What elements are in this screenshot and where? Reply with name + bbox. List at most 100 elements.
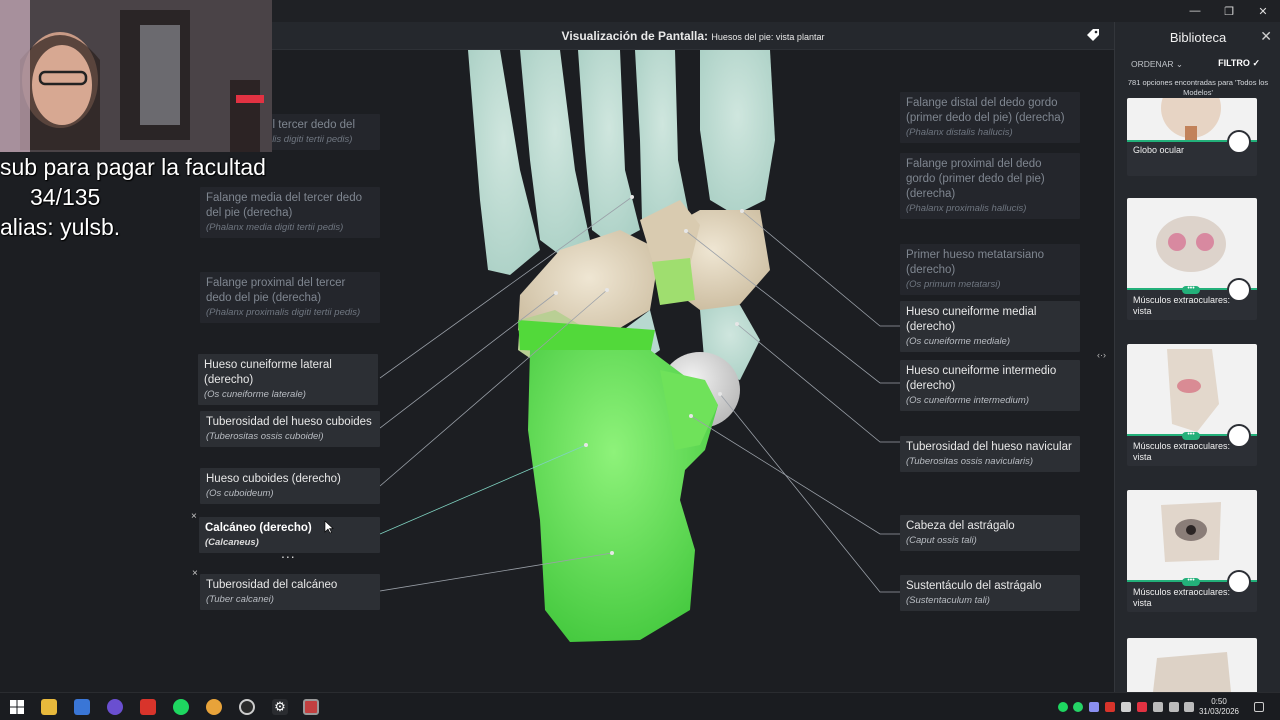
- label-close-button[interactable]: ×: [192, 568, 198, 579]
- store-icon[interactable]: [74, 699, 90, 715]
- label-sustentaculum-tali[interactable]: Sustentáculo del astrágalo (Sustentaculu…: [900, 575, 1080, 611]
- card-thumbnail: [1127, 98, 1257, 154]
- tag-icon[interactable]: [1086, 28, 1100, 42]
- label-navicular-tuberosity[interactable]: Tuberosidad del hueso navicular (Tuberos…: [900, 436, 1080, 472]
- webcam-image: [0, 0, 272, 152]
- tray-app2-icon[interactable]: [1121, 702, 1131, 712]
- model-badge-icon: [1227, 130, 1251, 154]
- notifications-icon[interactable]: [1254, 702, 1264, 712]
- label-name: Hueso cuboides (derecho): [206, 473, 341, 485]
- tray-app-icon[interactable]: [1105, 702, 1115, 712]
- label-latin: (Os cuboideum): [206, 488, 274, 499]
- minimize-button[interactable]: —: [1178, 0, 1212, 22]
- label-name: Sustentáculo del astrágalo: [906, 580, 1042, 592]
- spotify-icon[interactable]: [173, 699, 189, 715]
- file-explorer-icon[interactable]: [41, 699, 57, 715]
- label-name: l del tercer dedo del: [254, 119, 356, 131]
- library-card[interactable]: ••• Músculos extraoculares: vista: [1127, 344, 1257, 466]
- chrome-icon[interactable]: [206, 699, 222, 715]
- taskbar-clock[interactable]: 0:50 31/03/2026: [1196, 697, 1242, 717]
- mouse-cursor-icon: [324, 520, 334, 534]
- library-close-button[interactable]: ✕: [1260, 28, 1272, 45]
- label-name: Falange distal del dedo gordo (primer de…: [906, 97, 1065, 124]
- anatomy-app-icon[interactable]: [303, 699, 319, 715]
- label-latin: (Phalanx distalis hallucis): [906, 127, 1013, 138]
- label-first-metatarsal[interactable]: Primer hueso metatarsiano (derecho) (Os …: [900, 244, 1080, 295]
- overlay-line-2: 34/135: [30, 184, 101, 210]
- library-card[interactable]: ••• Músculos extraoculares: vista: [1127, 198, 1257, 320]
- tray-volume-icon[interactable]: [1184, 702, 1194, 712]
- label-cuboid-tuberosity[interactable]: Tuberosidad del hueso cuboides (Tuberosi…: [200, 411, 380, 447]
- model-badge-icon: [1227, 424, 1251, 448]
- obs-icon[interactable]: [239, 699, 255, 715]
- app-red-icon[interactable]: [140, 699, 156, 715]
- label-distal-phalanx-hallux[interactable]: Falange distal del dedo gordo (primer de…: [900, 92, 1080, 143]
- library-title: Biblioteca: [1169, 30, 1227, 45]
- library-card[interactable]: [1127, 638, 1257, 698]
- label-middle-phalanx-third-toe[interactable]: Falange media del tercer dedo del pie (d…: [200, 187, 380, 238]
- label-lateral-cuneiform[interactable]: Hueso cuneiforme lateral (derecho) (Os c…: [198, 354, 378, 405]
- label-name: Cabeza del astrágalo: [906, 520, 1015, 532]
- chevron-down-icon: ⌄: [1175, 59, 1184, 69]
- label-more-options-button[interactable]: ...: [281, 545, 296, 561]
- tray-spotify-icon[interactable]: [1058, 702, 1068, 712]
- close-window-button[interactable]: ✕: [1246, 0, 1280, 22]
- label-latin: (Os primum metatarsi): [906, 279, 1001, 290]
- clock-time: 0:50: [1211, 697, 1227, 706]
- restore-button[interactable]: ❐: [1212, 0, 1246, 22]
- label-name: Hueso cuneiforme lateral (derecho): [204, 359, 332, 386]
- viewer-title-sub: Huesos del pie: vista plantar: [711, 32, 825, 42]
- label-name: Tuberosidad del hueso navicular: [906, 441, 1072, 453]
- panel-toggle-icon[interactable]: ‹·›: [1097, 350, 1106, 360]
- library-panel: Biblioteca ✕ ORDENAR ⌄ FILTRO ✓ 781 opci…: [1114, 22, 1280, 698]
- filter-button[interactable]: FILTRO ✓: [1218, 58, 1260, 69]
- label-close-button[interactable]: ×: [191, 511, 197, 522]
- check-icon: ✓: [1252, 58, 1260, 68]
- tray-discord-icon[interactable]: [1089, 702, 1099, 712]
- label-latin: (Os cuneiforme intermedium): [906, 395, 1030, 406]
- label-proximal-phalanx-third-toe[interactable]: Falange proximal del tercer dedo del pie…: [200, 272, 380, 323]
- card-pill: •••: [1182, 285, 1200, 294]
- webcam-overlay: [0, 0, 272, 152]
- label-cuboid[interactable]: Hueso cuboides (derecho) (Os cuboideum): [200, 468, 380, 504]
- library-card[interactable]: Globo ocular: [1127, 98, 1257, 176]
- card-pill: •••: [1182, 577, 1200, 586]
- label-latin: (Sustentaculum tali): [906, 595, 990, 606]
- label-latin: (Caput ossis tali): [906, 535, 977, 546]
- tray-record-icon[interactable]: [1137, 702, 1147, 712]
- label-latin: (Os cuneiforme mediale): [906, 336, 1011, 347]
- taskbar: ⚙ 0:50 31/03/2026: [0, 692, 1280, 720]
- tray-mic-icon[interactable]: [1153, 702, 1163, 712]
- label-name: Tuberosidad del calcáneo: [206, 579, 338, 591]
- label-latin: (Tuber calcanei): [206, 594, 274, 605]
- filter-label: FILTRO: [1218, 58, 1250, 68]
- tray-network-icon[interactable]: [1169, 702, 1179, 712]
- label-latin: (Os cuneiforme laterale): [204, 389, 306, 400]
- label-medial-cuneiform[interactable]: Hueso cuneiforme medial (derecho) (Os cu…: [900, 301, 1080, 352]
- windows-start-icon[interactable]: [9, 699, 25, 715]
- eye-front-thumbnail-icon: [1161, 502, 1221, 562]
- model-badge-icon: [1227, 278, 1251, 302]
- window-controls: — ❐ ✕: [1178, 0, 1280, 22]
- skull-side-thumbnail-icon: [1167, 349, 1219, 432]
- tray-whatsapp-icon[interactable]: [1073, 702, 1083, 712]
- viewer-title-main: Visualización de Pantalla:: [561, 29, 709, 43]
- label-name: Falange proximal del dedo gordo (primer …: [906, 158, 1045, 200]
- viewer-title: Visualización de Pantalla: Huesos del pi…: [272, 29, 1114, 43]
- label-proximal-phalanx-hallux[interactable]: Falange proximal del dedo gordo (primer …: [900, 153, 1080, 219]
- label-head-of-talus[interactable]: Cabeza del astrágalo (Caput ossis tali): [900, 515, 1080, 551]
- label-name: Calcáneo (derecho): [205, 522, 312, 534]
- settings-icon[interactable]: ⚙: [272, 699, 288, 715]
- sort-label: ORDENAR: [1131, 59, 1174, 69]
- overlay-line-1: sub para pagar la facultad: [0, 154, 266, 180]
- model-badge-icon: [1227, 570, 1251, 594]
- sort-button[interactable]: ORDENAR ⌄: [1131, 59, 1183, 70]
- label-calcaneal-tuberosity[interactable]: × Tuberosidad del calcáneo (Tuber calcan…: [192, 568, 380, 610]
- label-latin: (Phalanx media digiti tertii pedis): [206, 222, 344, 233]
- label-name: Falange proximal del tercer dedo del pie…: [206, 277, 346, 304]
- card-thumbnail: •••: [1127, 490, 1257, 594]
- library-card[interactable]: ••• Músculos extraoculares: vista: [1127, 490, 1257, 612]
- clock-date: 31/03/2026: [1198, 707, 1240, 716]
- browser-icon[interactable]: [107, 699, 123, 715]
- label-intermediate-cuneiform[interactable]: Hueso cuneiforme intermedio (derecho) (O…: [900, 360, 1080, 411]
